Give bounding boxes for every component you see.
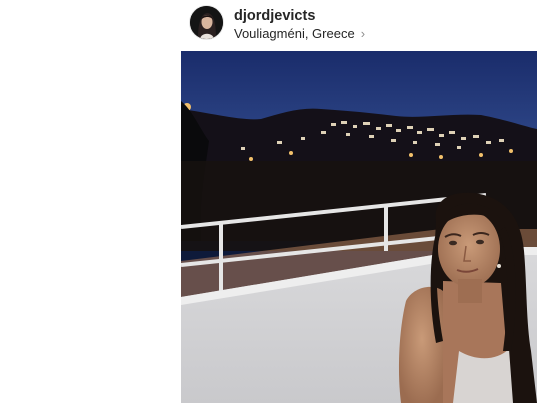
chevron-right-icon: › — [360, 26, 366, 41]
profile-avatar-icon — [190, 6, 223, 39]
username-link[interactable]: djordjevicts — [234, 8, 315, 24]
post-header: djordjevicts Vouliagméni, Greece › — [187, 3, 527, 43]
post-photo[interactable] — [181, 51, 537, 403]
location-link[interactable]: Vouliagméni, Greece › — [234, 26, 365, 41]
avatar[interactable] — [190, 6, 223, 39]
photo-scene — [181, 51, 537, 403]
location-label: Vouliagméni, Greece — [234, 26, 355, 41]
